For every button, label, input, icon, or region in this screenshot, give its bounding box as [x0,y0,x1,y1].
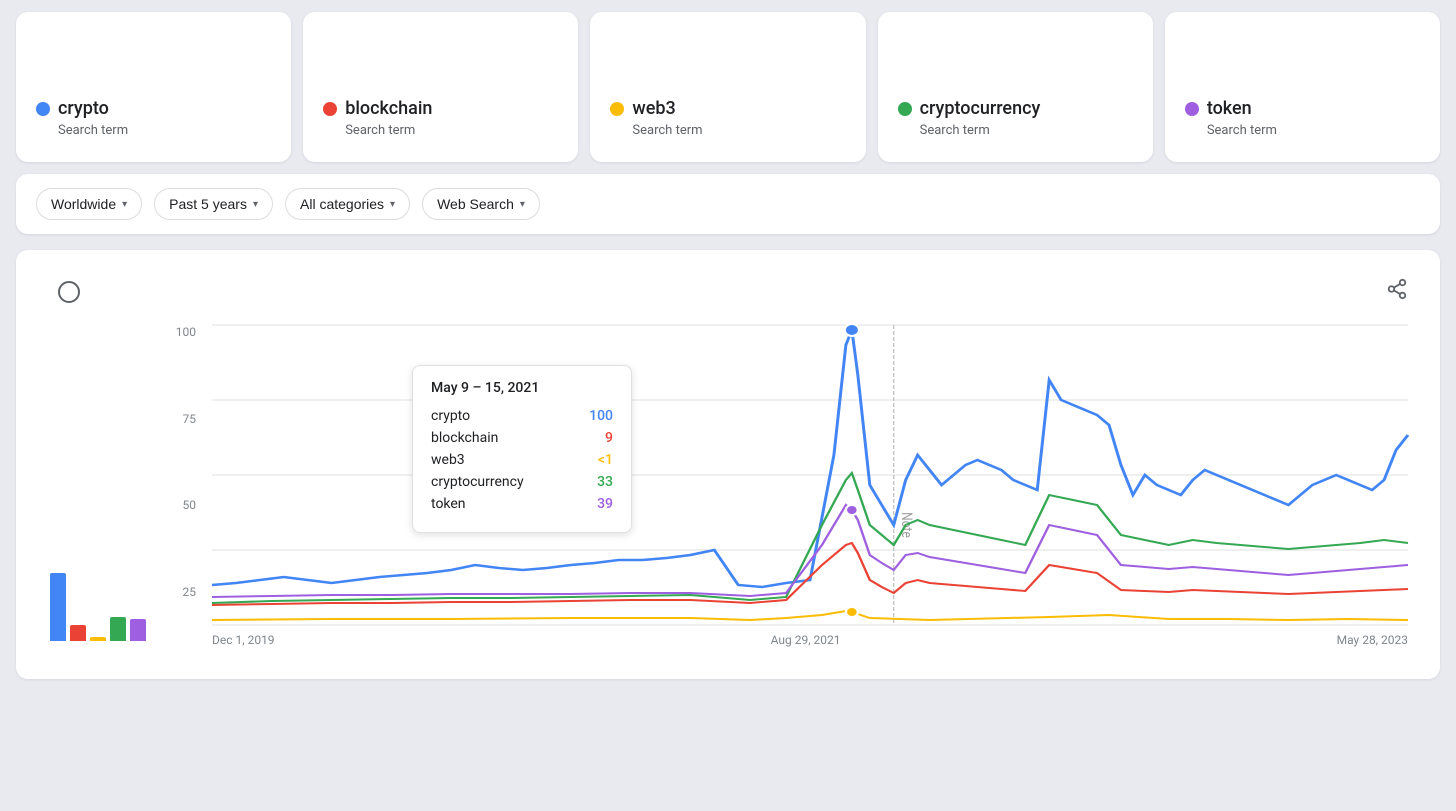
average-section [48,561,148,647]
term-type-web3: Search term [632,123,845,138]
y-axis: 100 75 50 25 [168,325,204,599]
search-term-card-web3[interactable]: web3 Search term [590,12,865,162]
tooltip-row: token 39 [431,496,613,512]
term-dot-crypto [36,102,50,116]
filter-category-label: All categories [300,196,384,212]
search-term-card-blockchain[interactable]: blockchain Search term [303,12,578,162]
term-name-token: token [1207,98,1252,119]
term-name-cryptocurrency: cryptocurrency [920,98,1041,119]
tooltip-term-label: blockchain [431,430,498,446]
filter-period-label: Past 5 years [169,196,247,212]
search-term-card-cryptocurrency[interactable]: cryptocurrency Search term [878,12,1153,162]
avg-bar-token [130,619,146,641]
chevron-down-icon: ▾ [122,199,127,210]
y-axis-label: 50 [183,498,197,512]
filter-location-label: Worldwide [51,196,116,212]
tooltip-term-label: web3 [431,452,465,468]
trend-chart: Note [212,325,1408,625]
filter-category-button[interactable]: All categories ▾ [285,188,410,220]
filter-location-button[interactable]: Worldwide ▾ [36,188,142,220]
search-term-card-token[interactable]: token Search term [1165,12,1440,162]
avg-bar-cryptocurrency [110,617,126,641]
tooltip-row: web3 <1 [431,452,613,468]
y-axis-label: 25 [183,585,197,599]
term-dot-web3 [610,102,624,116]
tooltip-term-value: 100 [589,408,613,424]
filters-row: Worldwide▾Past 5 years▾All categories▾We… [16,174,1440,234]
filter-type-button[interactable]: Web Search ▾ [422,188,540,220]
tooltip-term-label: token [431,496,466,512]
term-type-cryptocurrency: Search term [920,123,1133,138]
chart-section: 100 75 50 25 Note [16,250,1440,679]
avg-bar-crypto [50,573,66,641]
term-dot-cryptocurrency [898,102,912,116]
tooltip-term-label: cryptocurrency [431,474,524,490]
tooltip-term-value: 9 [605,430,613,446]
help-icon[interactable] [58,281,80,303]
term-name-web3: web3 [632,98,675,119]
chevron-down-icon: ▾ [390,199,395,210]
tooltip-term-value: <1 [598,452,613,468]
term-type-token: Search term [1207,123,1420,138]
x-axis: Dec 1, 2019 Aug 29, 2021 May 28, 2023 [212,629,1408,647]
chart-container: 100 75 50 25 Note [48,325,1408,647]
filter-period-button[interactable]: Past 5 years ▾ [154,188,273,220]
tooltip-row: cryptocurrency 33 [431,474,613,490]
y-axis-label: 100 [176,325,196,339]
x-axis-label: May 28, 2023 [1337,633,1408,647]
chevron-down-icon: ▾ [520,199,525,210]
avg-bar-web3 [90,637,106,641]
tooltip-term-value: 39 [597,496,613,512]
x-axis-label: Dec 1, 2019 [212,633,275,647]
tooltip-row: crypto 100 [431,408,613,424]
tooltip-date: May 9 – 15, 2021 [431,380,613,396]
term-name-crypto: crypto [58,98,109,119]
x-axis-label: Aug 29, 2021 [771,633,841,647]
tooltip-box: May 9 – 15, 2021 crypto 100 blockchain 9… [412,365,632,533]
tooltip-term-label: crypto [431,408,470,424]
main-chart: 100 75 50 25 Note [168,325,1408,647]
avg-bar-blockchain [70,625,86,641]
y-axis-label: 75 [183,412,197,426]
search-term-card-crypto[interactable]: crypto Search term [16,12,291,162]
tooltip-row: blockchain 9 [431,430,613,446]
tooltip-term-value: 33 [597,474,613,490]
term-type-crypto: Search term [58,123,271,138]
term-dot-token [1185,102,1199,116]
share-icon[interactable] [1386,278,1408,305]
term-dot-blockchain [323,102,337,116]
search-terms-row: crypto Search term blockchain Search ter… [16,12,1440,162]
term-type-blockchain: Search term [345,123,558,138]
avg-bars [50,561,146,641]
filter-type-label: Web Search [437,196,514,212]
term-name-blockchain: blockchain [345,98,432,119]
chevron-down-icon: ▾ [253,199,258,210]
